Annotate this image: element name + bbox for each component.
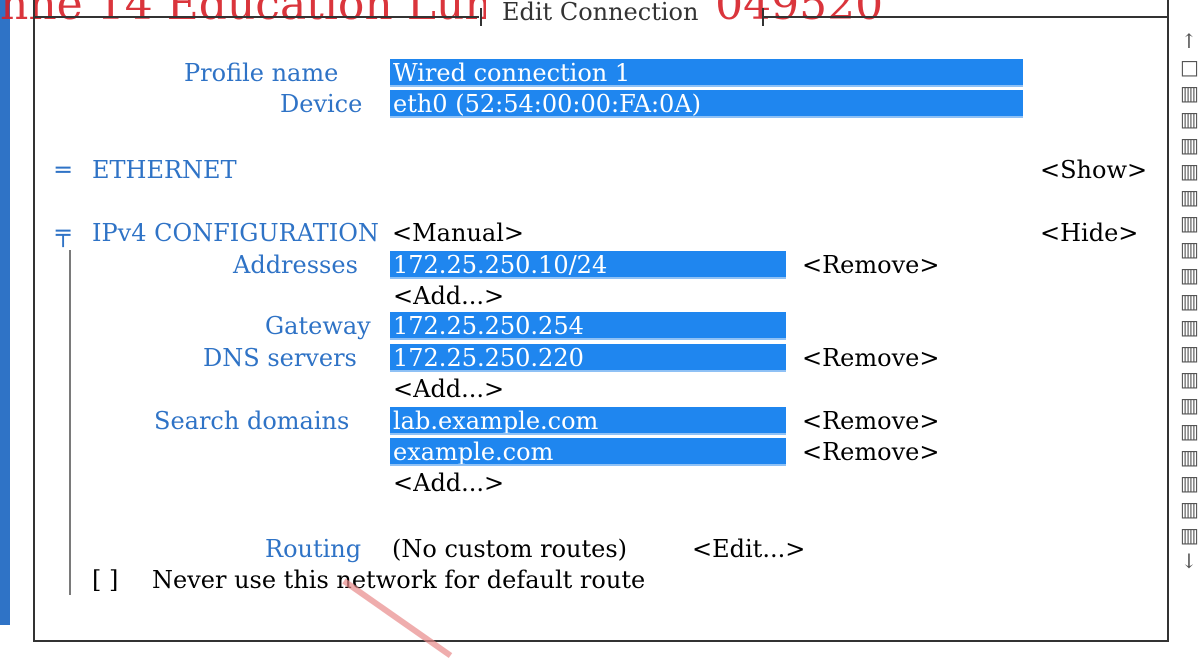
scroll-track[interactable]: ▥ [1180, 158, 1198, 184]
ipv4-section-rail [69, 250, 71, 595]
never-default-label: Never use this network for default route [152, 566, 646, 594]
title-tick-left [480, 8, 482, 26]
ipv4-hide-button[interactable]: <Hide> [1040, 218, 1138, 248]
dns-server-input[interactable]: 172.25.250.220 [390, 344, 786, 372]
gateway-label: Gateway [265, 312, 371, 340]
scroll-track[interactable]: ▥ [1180, 366, 1198, 392]
scroll-thumb[interactable]: □ [1180, 54, 1198, 80]
scroll-down-icon[interactable]: ↓ [1180, 548, 1198, 574]
address-input[interactable]: 172.25.250.10/24 [390, 251, 786, 279]
profile-name-label: Profile name [184, 59, 339, 87]
scroll-track[interactable]: ▥ [1180, 236, 1198, 262]
scroll-track[interactable]: ▥ [1180, 288, 1198, 314]
window-edge-gap [10, 0, 16, 625]
ipv4-method-select[interactable]: <Manual> [392, 218, 524, 248]
ethernet-section-label: ETHERNET [92, 156, 237, 184]
scroll-track[interactable]: ▥ [1180, 132, 1198, 158]
dns-add-button[interactable]: <Add...> [393, 374, 504, 404]
dialog-title: Edit Connection [486, 0, 715, 28]
address-remove-button[interactable]: <Remove> [802, 250, 939, 280]
profile-name-input[interactable]: Wired connection 1 [390, 59, 1023, 87]
scroll-up-icon[interactable]: ↑ [1180, 28, 1198, 54]
address-add-button[interactable]: <Add...> [393, 281, 504, 311]
routing-value: (No custom routes) [392, 535, 628, 563]
search-domains-label: Search domains [154, 407, 350, 435]
dialog-frame-top-right [763, 16, 1167, 18]
scroll-track[interactable]: ▥ [1180, 470, 1198, 496]
dns-servers-label: DNS servers [203, 344, 357, 372]
ethernet-show-button[interactable]: <Show> [1040, 155, 1147, 185]
scroll-track[interactable]: ▥ [1180, 106, 1198, 132]
scroll-track[interactable]: ▥ [1180, 262, 1198, 288]
device-label: Device [280, 90, 363, 118]
never-default-checkbox[interactable]: [ ] [92, 565, 118, 595]
ethernet-collapse-icon: ═ [56, 156, 71, 184]
scroll-track[interactable]: ▥ [1180, 80, 1198, 106]
scroll-track[interactable]: ▥ [1180, 444, 1198, 470]
search-domain-input-2[interactable]: example.com [390, 438, 786, 466]
scroll-track[interactable]: ▥ [1180, 184, 1198, 210]
device-input[interactable]: eth0 (52:54:00:00:FA:0A) [390, 90, 1023, 118]
search-domain-input-1[interactable]: lab.example.com [390, 407, 786, 435]
ipv4-collapse-icon: ╤ [56, 219, 71, 247]
search-domain-remove-button-2[interactable]: <Remove> [802, 437, 939, 467]
window-edge [0, 0, 10, 625]
dns-remove-button[interactable]: <Remove> [802, 343, 939, 373]
scroll-track[interactable]: ▥ [1180, 496, 1198, 522]
scrollbar[interactable]: ↑ □ ▥ ▥ ▥ ▥ ▥ ▥ ▥ ▥ ▥ ▥ ▥ ▥ ▥ ▥ ▥ ▥ ▥ ▥ … [1180, 28, 1198, 625]
scroll-track[interactable]: ▥ [1180, 314, 1198, 340]
search-domain-remove-button-1[interactable]: <Remove> [802, 406, 939, 436]
routing-edit-button[interactable]: <Edit...> [692, 534, 805, 564]
scroll-track[interactable]: ▥ [1180, 340, 1198, 366]
scroll-track[interactable]: ▥ [1180, 522, 1198, 548]
dialog-frame-top-left [33, 16, 479, 18]
scroll-track[interactable]: ▥ [1180, 210, 1198, 236]
ipv4-section-label: IPv4 CONFIGURATION [92, 219, 379, 247]
scroll-track[interactable]: ▥ [1180, 392, 1198, 418]
routing-label: Routing [265, 535, 362, 563]
scroll-track[interactable]: ▥ [1180, 418, 1198, 444]
addresses-label: Addresses [233, 251, 358, 279]
search-domain-add-button[interactable]: <Add...> [393, 468, 504, 498]
title-tick-right [762, 8, 764, 26]
gateway-input[interactable]: 172.25.250.254 [390, 312, 786, 340]
